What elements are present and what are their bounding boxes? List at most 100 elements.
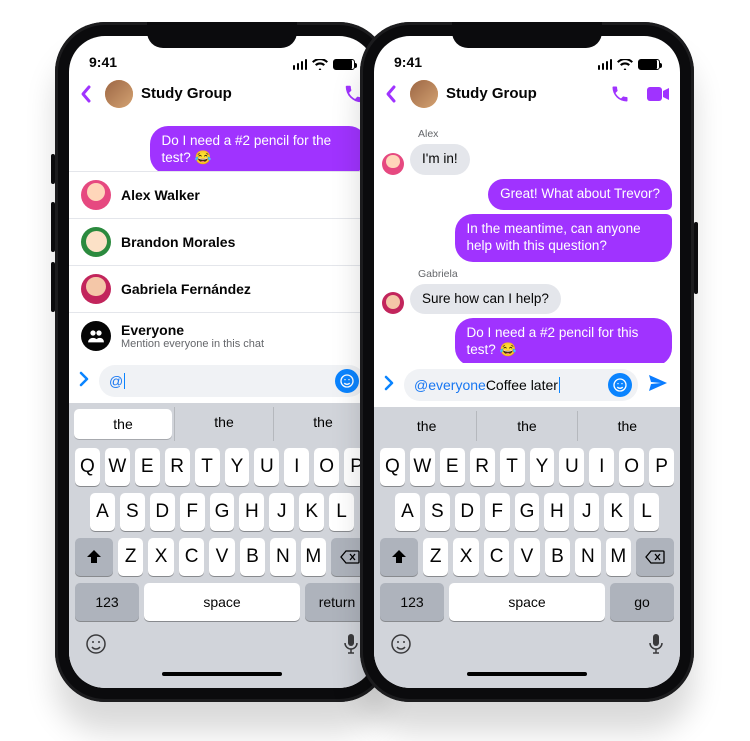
key[interactable]: A <box>395 493 420 531</box>
key[interactable]: W <box>105 448 130 486</box>
back-button[interactable] <box>380 79 402 109</box>
avatar-icon <box>81 227 111 257</box>
emoji-button[interactable] <box>608 373 632 397</box>
key[interactable]: I <box>589 448 614 486</box>
backspace-key[interactable] <box>636 538 674 576</box>
message-in[interactable]: I'm in! <box>382 144 672 175</box>
message-input[interactable]: @everyone Coffee later <box>404 369 638 401</box>
message-in[interactable]: Sure how can I help? <box>382 284 672 315</box>
chat-avatar[interactable] <box>105 80 133 108</box>
key[interactable]: U <box>559 448 584 486</box>
key[interactable]: V <box>514 538 539 576</box>
key[interactable]: B <box>240 538 265 576</box>
key[interactable]: H <box>239 493 264 531</box>
space-key[interactable]: space <box>449 583 605 621</box>
key[interactable]: A <box>90 493 115 531</box>
key[interactable]: G <box>515 493 540 531</box>
go-key[interactable]: go <box>610 583 674 621</box>
emoji-keyboard-button[interactable] <box>389 632 413 661</box>
key[interactable]: D <box>455 493 480 531</box>
expand-composer-button[interactable] <box>382 374 396 397</box>
key[interactable]: Y <box>225 448 250 486</box>
key[interactable]: K <box>299 493 324 531</box>
message-out[interactable]: In the meantime, can anyone help with th… <box>382 214 672 262</box>
key[interactable]: U <box>254 448 279 486</box>
chat-title[interactable]: Study Group <box>446 85 602 102</box>
mention-item-gabriela[interactable]: Gabriela Fernández <box>69 266 375 313</box>
chat-avatar[interactable] <box>410 80 438 108</box>
message-out[interactable]: Great! What about Trevor? <box>382 179 672 210</box>
space-key[interactable]: space <box>144 583 300 621</box>
key[interactable]: L <box>329 493 354 531</box>
key-row-1: Q W E R T Y U I O P <box>72 448 372 486</box>
key[interactable]: R <box>470 448 495 486</box>
key[interactable]: X <box>148 538 173 576</box>
key[interactable]: M <box>301 538 326 576</box>
suggestion[interactable]: the <box>273 407 372 441</box>
mention-item-everyone[interactable]: Everyone Mention everyone in this chat <box>69 313 375 359</box>
key[interactable]: W <box>410 448 435 486</box>
key[interactable]: V <box>209 538 234 576</box>
key[interactable]: E <box>135 448 160 486</box>
suggestion[interactable]: the <box>377 411 476 441</box>
key[interactable]: T <box>500 448 525 486</box>
key[interactable]: R <box>165 448 190 486</box>
key[interactable]: S <box>120 493 145 531</box>
key[interactable]: O <box>619 448 644 486</box>
key[interactable]: Z <box>118 538 143 576</box>
message-out[interactable]: Do I need a #2 pencil for this test? 😂 <box>382 318 672 363</box>
key[interactable]: L <box>634 493 659 531</box>
key[interactable]: T <box>195 448 220 486</box>
key[interactable]: F <box>180 493 205 531</box>
shift-key[interactable] <box>75 538 113 576</box>
shift-key[interactable] <box>380 538 418 576</box>
home-indicator[interactable] <box>467 672 587 676</box>
key[interactable]: N <box>270 538 295 576</box>
key[interactable]: K <box>604 493 629 531</box>
chat-title[interactable]: Study Group <box>141 85 335 102</box>
message-input[interactable]: @ <box>99 365 365 397</box>
key[interactable]: S <box>425 493 450 531</box>
send-button[interactable] <box>646 371 670 400</box>
mention-item-brandon[interactable]: Brandon Morales <box>69 219 375 266</box>
numeric-key[interactable]: 123 <box>75 583 139 621</box>
key[interactable]: G <box>210 493 235 531</box>
suggestion[interactable]: the <box>476 411 576 441</box>
numeric-key[interactable]: 123 <box>380 583 444 621</box>
suggestion[interactable]: the <box>577 411 677 441</box>
back-button[interactable] <box>75 79 97 109</box>
key[interactable]: C <box>179 538 204 576</box>
message-out[interactable]: Do I need a #2 pencil for the test? 😂 <box>77 126 367 171</box>
suggestion[interactable]: the <box>174 407 273 441</box>
suggestion[interactable]: the <box>74 409 172 439</box>
key[interactable]: P <box>649 448 674 486</box>
video-call-button[interactable] <box>646 86 670 102</box>
audio-call-button[interactable] <box>610 84 630 104</box>
key[interactable]: N <box>575 538 600 576</box>
backspace-icon <box>645 550 665 564</box>
key[interactable]: E <box>440 448 465 486</box>
key[interactable]: J <box>269 493 294 531</box>
key[interactable]: M <box>606 538 631 576</box>
key[interactable]: C <box>484 538 509 576</box>
mention-suggestion-list: Alex Walker Brandon Morales Gabriela Fer… <box>69 171 375 359</box>
key[interactable]: Q <box>380 448 405 486</box>
key[interactable]: Z <box>423 538 448 576</box>
emoji-keyboard-button[interactable] <box>84 632 108 661</box>
key[interactable]: F <box>485 493 510 531</box>
dictation-button[interactable] <box>342 632 360 661</box>
expand-composer-button[interactable] <box>77 370 91 393</box>
key[interactable]: B <box>545 538 570 576</box>
key[interactable]: Q <box>75 448 100 486</box>
key[interactable]: Y <box>530 448 555 486</box>
key[interactable]: X <box>453 538 478 576</box>
dictation-button[interactable] <box>647 632 665 661</box>
key[interactable]: O <box>314 448 339 486</box>
key[interactable]: J <box>574 493 599 531</box>
key[interactable]: I <box>284 448 309 486</box>
home-indicator[interactable] <box>162 672 282 676</box>
key[interactable]: D <box>150 493 175 531</box>
emoji-button[interactable] <box>335 369 359 393</box>
key[interactable]: H <box>544 493 569 531</box>
mention-item-alex[interactable]: Alex Walker <box>69 172 375 219</box>
